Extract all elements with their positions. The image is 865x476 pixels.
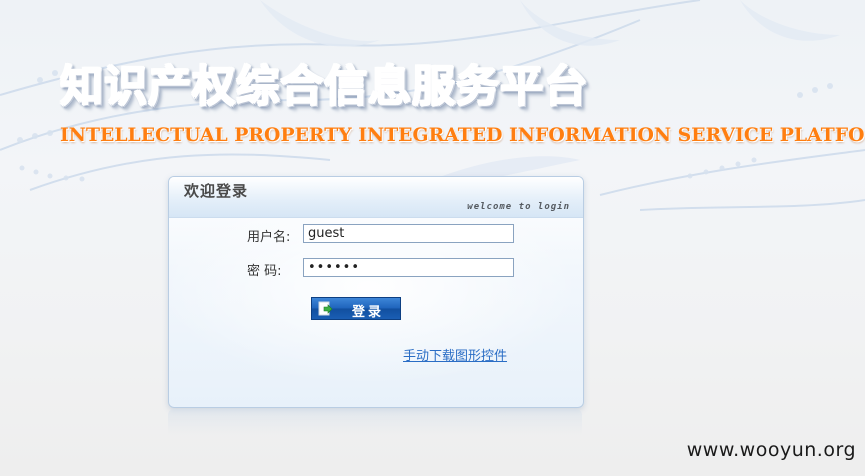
login-button-label: 登录 — [352, 305, 385, 320]
login-panel: 欢迎登录 welcome to login 用户名: 密 码: 登录 手动下载图… — [168, 176, 584, 408]
password-label: 密 码: — [247, 264, 282, 279]
platform-title-chinese: 知识产权综合信息服务平台 — [60, 52, 588, 114]
login-header: 欢迎登录 welcome to login — [169, 177, 583, 218]
password-field[interactable] — [303, 258, 514, 277]
login-panel-reflection — [168, 409, 582, 435]
username-label: 用户名: — [247, 230, 291, 245]
login-title: 欢迎登录 — [184, 182, 249, 200]
login-button[interactable]: 登录 — [311, 297, 401, 320]
login-arrow-icon — [318, 301, 333, 316]
username-field[interactable] — [303, 224, 514, 243]
watermark-text: www.wooyun.org — [686, 439, 856, 461]
download-control-link[interactable]: 手动下载图形控件 — [403, 345, 507, 364]
login-subtitle: welcome to login — [467, 202, 570, 212]
platform-title-english: INTELLECTUAL PROPERTY INTEGRATED INFORMA… — [60, 124, 865, 146]
